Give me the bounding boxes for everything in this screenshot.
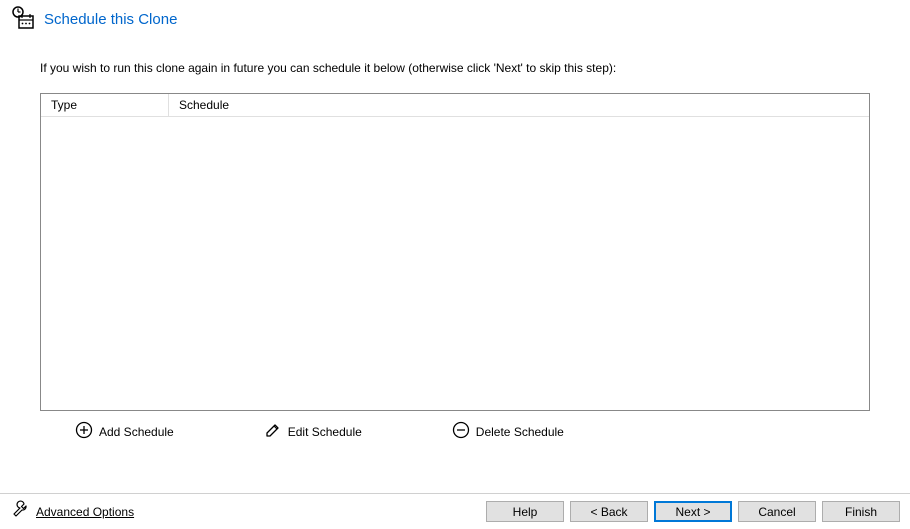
- finish-button[interactable]: Finish: [822, 501, 900, 522]
- next-button[interactable]: Next >: [654, 501, 732, 522]
- add-schedule-button[interactable]: Add Schedule: [75, 421, 174, 442]
- plus-circle-icon: [75, 421, 93, 442]
- pencil-icon: [264, 421, 282, 442]
- delete-schedule-label: Delete Schedule: [476, 425, 564, 439]
- table-actions: Add Schedule Edit Schedule Delete Schedu…: [0, 411, 910, 452]
- advanced-options-link[interactable]: Advanced Options: [36, 505, 134, 519]
- column-header-schedule[interactable]: Schedule: [169, 94, 869, 116]
- footer-left: Advanced Options: [10, 500, 134, 523]
- wrench-icon: [10, 500, 30, 523]
- help-button[interactable]: Help: [486, 501, 564, 522]
- schedule-table: Type Schedule: [40, 93, 870, 411]
- wizard-footer: Advanced Options Help < Back Next > Canc…: [0, 493, 910, 529]
- cancel-button[interactable]: Cancel: [738, 501, 816, 522]
- instruction-text: If you wish to run this clone again in f…: [0, 39, 910, 93]
- column-header-type[interactable]: Type: [41, 94, 169, 116]
- edit-schedule-button[interactable]: Edit Schedule: [264, 421, 362, 442]
- footer-buttons: Help < Back Next > Cancel Finish: [486, 501, 900, 522]
- add-schedule-label: Add Schedule: [99, 425, 174, 439]
- back-button[interactable]: < Back: [570, 501, 648, 522]
- minus-circle-icon: [452, 421, 470, 442]
- page-title: Schedule this Clone: [44, 11, 177, 28]
- schedule-icon: [10, 5, 36, 34]
- page-header: Schedule this Clone: [0, 0, 910, 39]
- edit-schedule-label: Edit Schedule: [288, 425, 362, 439]
- delete-schedule-button[interactable]: Delete Schedule: [452, 421, 564, 442]
- table-header-row: Type Schedule: [41, 94, 869, 117]
